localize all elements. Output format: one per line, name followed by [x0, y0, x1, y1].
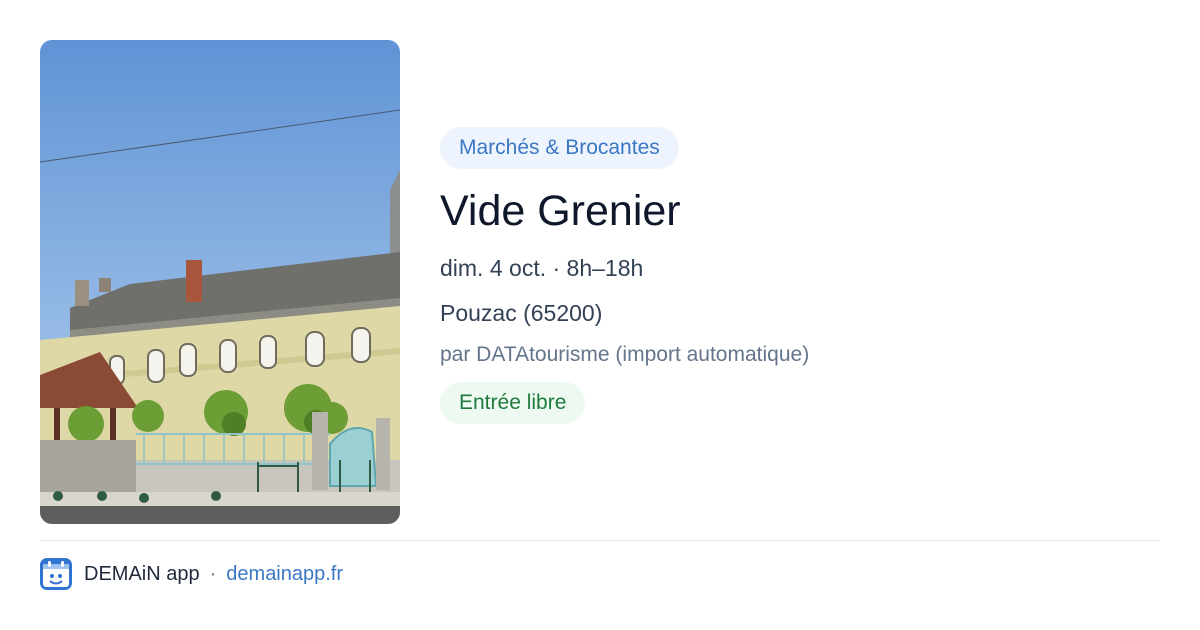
event-date: dim. 4 oct. · 8h–18h: [440, 255, 644, 281]
event-info: Marchés & Brocantes Vide Grenier dim. 4 …: [440, 127, 1160, 424]
event-photo-image: [40, 40, 400, 524]
footer-separator: ·: [209, 562, 217, 585]
event-location: Pouzac (65200): [440, 300, 603, 326]
demain-app-icon: [40, 558, 72, 590]
event-title: Vide Grenier: [440, 187, 681, 235]
footer: DEMAiN app · demainapp.fr: [40, 558, 343, 590]
app-name: DEMAiN app: [84, 562, 200, 585]
footer-divider: [40, 540, 1160, 541]
category-badge[interactable]: Marchés & Brocantes: [440, 127, 679, 169]
event-photo: [40, 40, 400, 524]
price-badge: Entrée libre: [440, 382, 586, 424]
event-source: par DATAtourisme (import automatique): [440, 343, 810, 366]
site-link[interactable]: demainapp.fr: [226, 563, 343, 586]
